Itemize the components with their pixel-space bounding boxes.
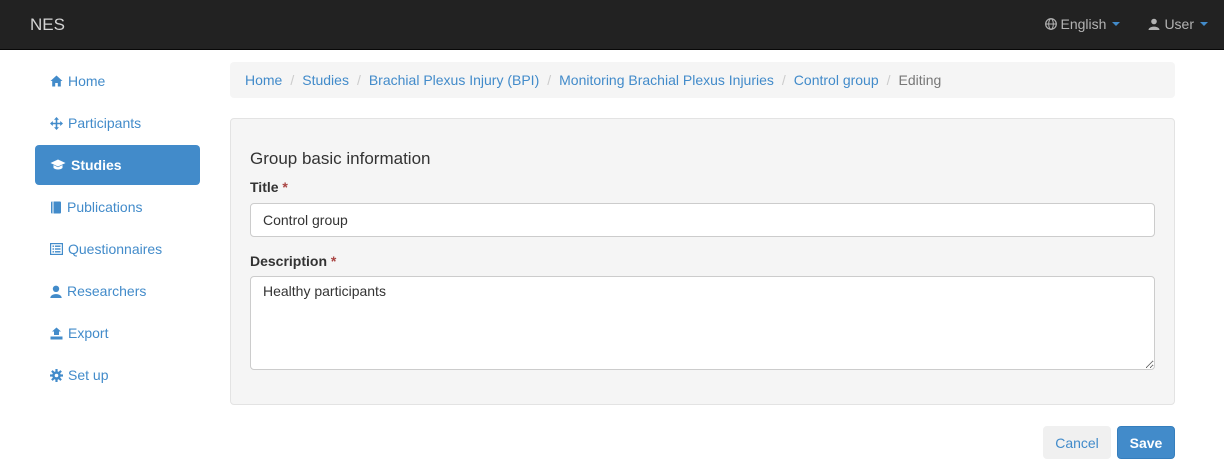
education-icon [50,159,66,170]
breadcrumb-home[interactable]: Home [245,72,282,88]
sidebar-item-publications[interactable]: Publications [35,187,200,227]
breadcrumb-separator: / [547,72,552,88]
required-marker: * [282,179,288,195]
breadcrumb-studies[interactable]: Studies [302,72,349,88]
sidebar-item-label: Set up [68,367,109,383]
breadcrumb-group[interactable]: Control group [794,72,879,88]
sidebar-item-label: Publications [67,199,143,215]
title-label: Title * [250,179,288,195]
sidebar-item-export[interactable]: Export [35,313,200,353]
breadcrumb-separator: / [356,72,361,88]
sidebar-item-participants[interactable]: Participants [35,103,200,143]
sidebar-item-researchers[interactable]: Researchers [35,271,200,311]
sidebar-item-label: Home [68,73,106,89]
move-icon [50,116,63,130]
section-title: Group basic information [250,149,431,168]
sidebar-item-setup[interactable]: Set up [35,355,200,395]
navbar-right: English User [1044,16,1208,32]
list-alt-icon [50,243,63,255]
sidebar-item-label: Questionnaires [68,241,163,257]
breadcrumb: Home / Studies / Brachial Plexus Injury … [230,62,1175,98]
brand-logo[interactable]: NES [30,15,65,35]
caret-down-icon [1200,22,1208,26]
sidebar-item-studies[interactable]: Studies [35,145,200,185]
sidebar-item-label: Studies [71,157,122,173]
save-button[interactable]: Save [1117,426,1175,459]
breadcrumb-separator: / [781,72,786,88]
user-label: User [1164,16,1194,32]
sidebar-item-label: Participants [68,115,142,131]
breadcrumb-current: Editing [898,72,942,88]
breadcrumb-separator: / [290,72,295,88]
language-dropdown[interactable]: English [1044,16,1121,32]
breadcrumb-experiment[interactable]: Monitoring Brachial Plexus Injuries [559,72,774,88]
required-marker: * [330,253,337,269]
sidebar-item-label: Researchers [67,283,147,299]
sidebar-nav: Home Participants Studies Publications Q… [35,61,200,397]
breadcrumb-study[interactable]: Brachial Plexus Injury (BPI) [369,72,539,88]
sidebar-item-home[interactable]: Home [35,61,200,101]
top-navbar: NES English User [0,0,1224,50]
book-icon [51,201,61,213]
sidebar-item-questionnaires[interactable]: Questionnaires [35,229,200,269]
group-form-panel: Group basic information Title * Descript… [230,118,1175,405]
user-icon [50,285,62,298]
description-field[interactable]: Healthy participants [250,276,1155,370]
title-label-text: Title [250,179,279,195]
globe-icon [1044,18,1057,30]
breadcrumb-separator: / [886,72,891,88]
user-icon [1148,18,1160,30]
description-label-text: Description [250,253,328,269]
user-dropdown[interactable]: User [1148,16,1208,32]
export-icon [50,327,63,339]
caret-down-icon [1112,22,1121,26]
sidebar-item-label: Export [68,325,109,341]
cog-icon [50,368,63,382]
home-icon [50,75,63,87]
description-label: Description * [250,253,336,269]
language-label: English [1060,16,1107,32]
title-field[interactable] [250,203,1155,237]
cancel-button[interactable]: Cancel [1043,426,1111,459]
